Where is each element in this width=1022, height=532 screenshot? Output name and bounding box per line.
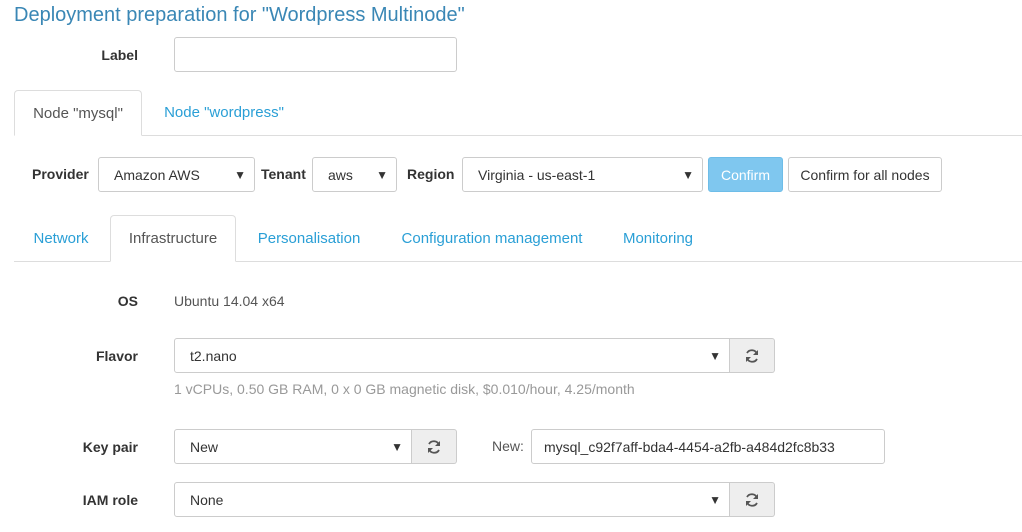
tab-network-label: Network [33,230,89,247]
new-keypair-input[interactable] [531,429,885,464]
new-keypair-label: New: [492,438,524,454]
caret-down-icon: ▼ [709,348,721,363]
page-title: Deployment preparation for "Wordpress Mu… [14,4,465,26]
iam-role-select[interactable]: None ▼ [174,482,730,517]
flavor-select[interactable]: t2.nano ▼ [174,338,730,373]
keypair-label: Key pair [82,439,138,455]
caret-down-icon: ▼ [376,167,388,182]
confirm-all-nodes-button[interactable]: Confirm for all nodes [788,157,942,192]
tab-configuration-management[interactable]: Configuration management [388,216,596,261]
tab-monitoring-label: Monitoring [622,230,694,247]
flavor-refresh-button[interactable] [730,338,775,373]
label-field-label: Label [101,47,138,63]
flavor-label: Flavor [95,348,138,364]
tab-network[interactable]: Network [22,216,100,261]
tab-configuration-management-label: Configuration management [401,230,583,247]
caret-down-icon: ▼ [234,167,246,182]
caret-down-icon: ▼ [682,167,694,182]
keypair-select-value: New [190,438,219,455]
node-tabs-divider [14,135,1022,136]
label-input[interactable] [174,37,457,72]
tab-node-wordpress[interactable]: Node "wordpress" [148,90,300,135]
tenant-select-value: aws [328,166,353,183]
caret-down-icon: ▼ [709,492,721,507]
caret-down-icon: ▼ [391,439,403,454]
tab-node-mysql[interactable]: Node "mysql" [14,90,142,136]
iam-role-refresh-button[interactable] [730,482,775,517]
provider-label: Provider [32,166,89,182]
tab-infrastructure-label: Infrastructure [128,230,218,247]
flavor-select-value: t2.nano [190,347,237,364]
confirm-button[interactable]: Confirm [708,157,783,192]
tenant-label: Tenant [261,166,306,182]
refresh-icon [746,348,758,363]
iam-role-label: IAM role [82,492,138,508]
tab-infrastructure[interactable]: Infrastructure [110,215,236,262]
region-select[interactable]: Virginia - us-east-1 ▼ [462,157,703,192]
iam-role-select-value: None [190,491,224,508]
os-label: OS [117,293,138,309]
keypair-select[interactable]: New ▼ [174,429,412,464]
tab-node-wordpress-label: Node "wordpress" [164,104,284,121]
tab-node-mysql-label: Node "mysql" [33,104,123,122]
os-value: Ubuntu 14.04 x64 [174,293,285,309]
refresh-icon [428,439,440,454]
refresh-icon [746,492,758,507]
provider-select[interactable]: Amazon AWS ▼ [98,157,255,192]
tab-personalisation-label: Personalisation [257,230,361,247]
provider-select-value: Amazon AWS [114,166,200,183]
tab-monitoring[interactable]: Monitoring [612,216,704,261]
region-select-value: Virginia - us-east-1 [478,166,596,183]
flavor-help-text: 1 vCPUs, 0.50 GB RAM, 0 x 0 GB magnetic … [174,381,635,397]
tab-personalisation[interactable]: Personalisation [246,216,372,261]
region-label: Region [407,166,455,182]
keypair-refresh-button[interactable] [412,429,457,464]
tenant-select[interactable]: aws ▼ [312,157,397,192]
